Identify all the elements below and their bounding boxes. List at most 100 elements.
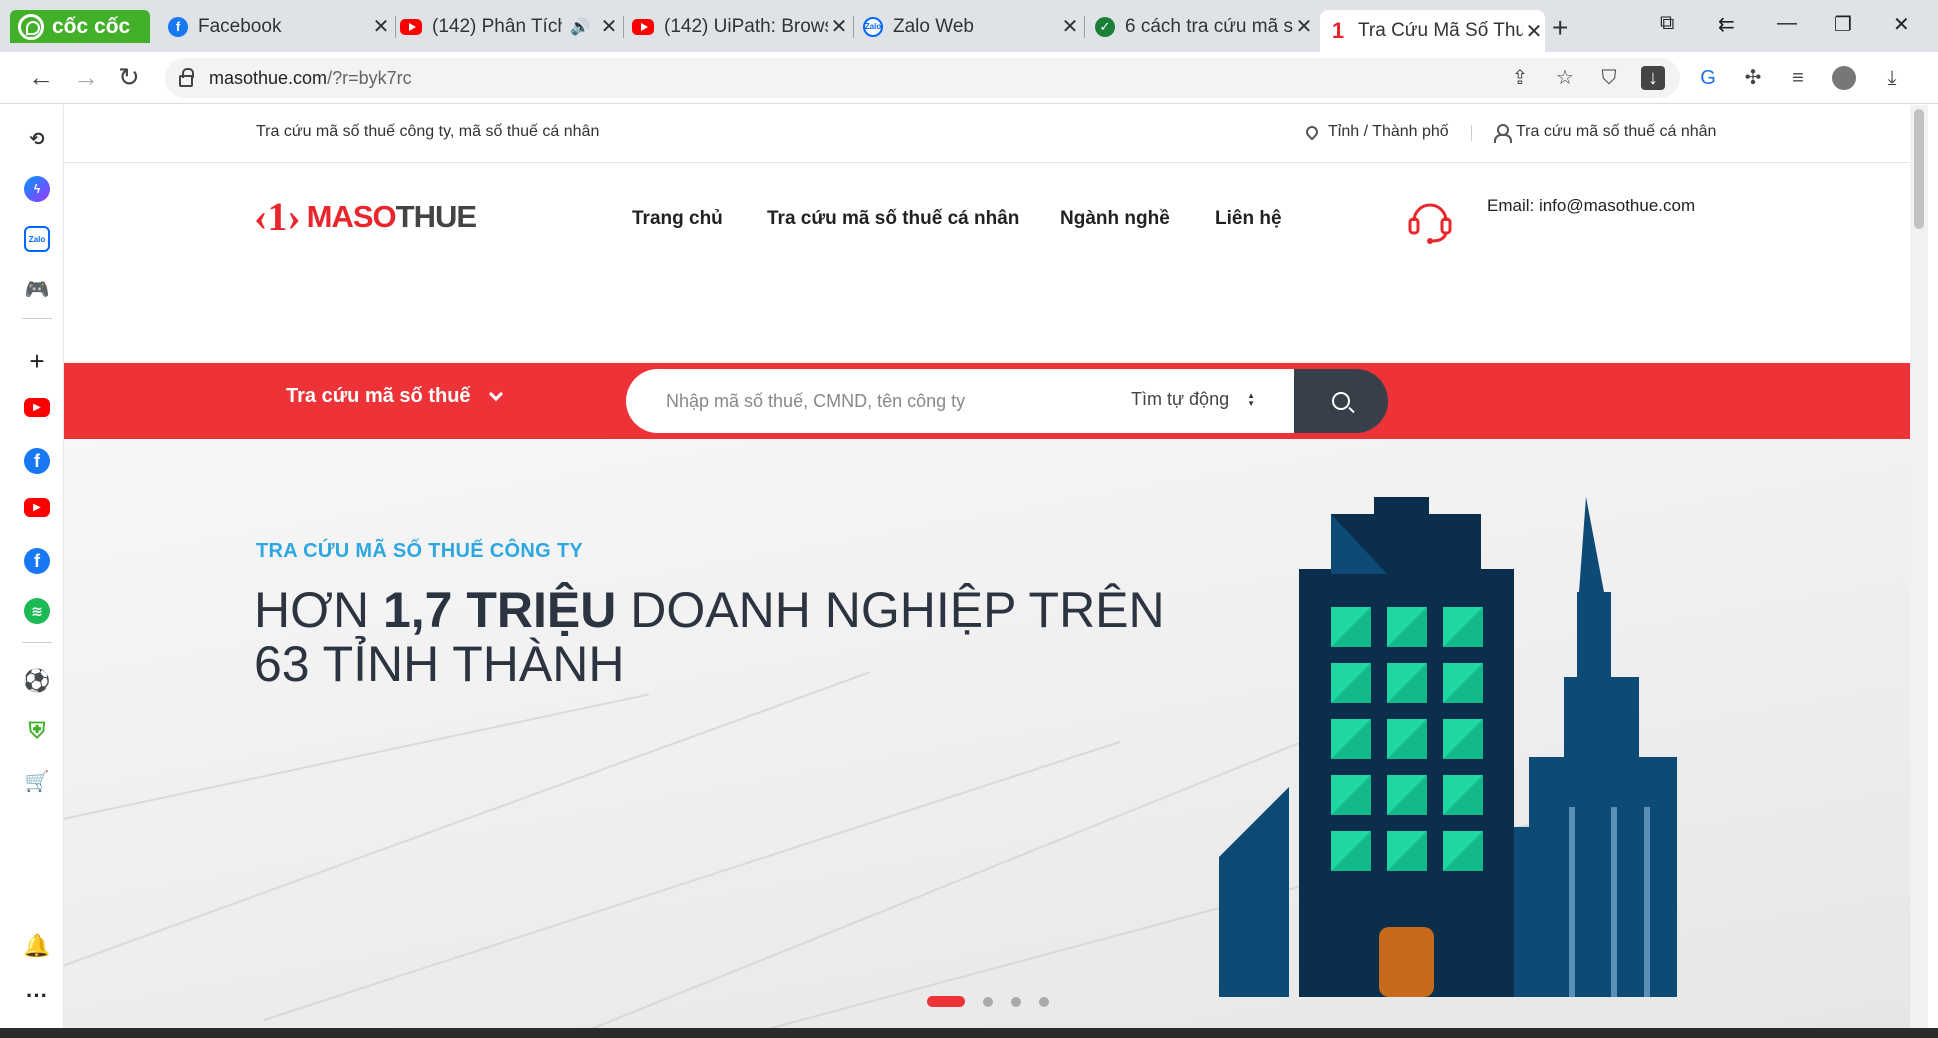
tab-zalo[interactable]: Zalo Zalo Web ✕	[863, 10, 1085, 43]
search-mode-select[interactable]: Tìm tự động ▲ ▼	[1131, 389, 1255, 410]
personal-tax-link[interactable]: Tra cứu mã số thuế cá nhân	[1494, 123, 1716, 143]
close-tab-icon[interactable]: ✕	[370, 14, 392, 39]
tab-title: Zalo Web	[893, 15, 974, 37]
close-tab-icon[interactable]: ✕	[1059, 14, 1081, 39]
more-icon[interactable]: ···	[24, 983, 50, 1009]
tab-title: (142) Phân Tích	[432, 15, 563, 37]
headset-support-icon	[1408, 203, 1452, 244]
province-link-label[interactable]: Tỉnh / Thành phố	[1328, 123, 1449, 141]
tab-facebook[interactable]: f Facebook ✕	[168, 10, 396, 43]
forward-button[interactable]: →	[73, 62, 99, 93]
close-tab-icon[interactable]: ✕	[1293, 14, 1315, 39]
lock-icon[interactable]	[179, 68, 194, 87]
messenger-icon[interactable]: ϟ	[24, 176, 50, 202]
shopping-cart-icon[interactable]: 🛒	[24, 768, 50, 794]
youtube-icon[interactable]: ▶	[24, 498, 50, 517]
restore-button[interactable]: ❐	[1834, 12, 1852, 37]
nav-home[interactable]: Trang chủ	[632, 208, 723, 230]
search-input[interactable]	[666, 390, 1106, 412]
tab-youtube-1[interactable]: (142) Phân Tích 🔊 ✕	[400, 10, 624, 43]
tab-title: Facebook	[198, 15, 282, 37]
hero-banner: TRA CỨU MÃ SỐ THUẾ CÔNG TY HƠN 1,7 TRIỆU…	[64, 439, 1910, 1038]
spotify-icon[interactable]: ≋	[24, 598, 50, 624]
share-icon[interactable]: ⇪	[1508, 66, 1532, 90]
youtube-icon	[632, 18, 654, 35]
map-pin-icon	[1303, 123, 1321, 141]
facebook-icon[interactable]: f	[24, 548, 50, 574]
speaker-icon[interactable]: 🔊	[570, 17, 590, 37]
url-text[interactable]: masothue.com/?r=byk7rc	[209, 68, 412, 89]
close-tab-icon[interactable]: ✕	[1523, 19, 1545, 44]
history-icon[interactable]: ⟲	[24, 126, 50, 152]
bookmark-star-icon[interactable]: ☆	[1553, 66, 1577, 90]
tab-masothue[interactable]: 1 Tra Cứu Mã Số Thuế ✕	[1320, 10, 1545, 52]
youtube-icon[interactable]: ▶	[24, 398, 50, 417]
close-window-button[interactable]: ✕	[1893, 12, 1910, 37]
add-sidebar-app-icon[interactable]: +	[24, 346, 50, 376]
extensions-icon[interactable]: ✣	[1741, 66, 1765, 90]
coccoc-logo-icon	[18, 13, 44, 40]
hero-headline: HƠN 1,7 TRIỆU DOANH NGHIỆP TRÊN 63 TỈNH …	[254, 582, 1165, 692]
search-icon	[1332, 392, 1350, 410]
nav-personal-tax[interactable]: Tra cứu mã số thuế cá nhân	[767, 208, 1019, 230]
security-shield-icon[interactable]: ⛨	[24, 718, 50, 744]
search-button[interactable]	[1294, 369, 1388, 433]
province-link[interactable]: Tỉnh / Thành phố	[1303, 123, 1449, 141]
site-tagline: Tra cứu mã số thuế công ty, mã số thuế c…	[256, 123, 600, 140]
logo-mark-icon: ‹1›	[254, 194, 301, 239]
game-controller-icon[interactable]: 🎮	[24, 276, 50, 302]
carousel-dot[interactable]	[1039, 996, 1049, 1007]
taskbar-edge	[0, 1028, 1938, 1038]
zalo-icon[interactable]: Zalo	[24, 226, 50, 252]
hero-kicker: TRA CỨU MÃ SỐ THUẾ CÔNG TY	[256, 540, 583, 562]
reading-list-icon[interactable]: ≡	[1786, 66, 1810, 90]
downloads-icon[interactable]: ⤓	[1880, 66, 1904, 90]
nav-industries[interactable]: Ngành nghề	[1060, 208, 1170, 230]
chevron-down-icon	[488, 386, 503, 401]
nav-contact[interactable]: Liên hệ	[1215, 208, 1282, 230]
tab-youtube-2[interactable]: (142) UiPath: Browse ✕	[632, 10, 854, 43]
browser-sidebar: ⟲ ϟ Zalo 🎮 + ▶ f ▶ f ≋ ⚽ ⛨ 🛒 🔔 ···	[10, 105, 64, 1038]
back-forward-cache-icon[interactable]: ⇇	[1718, 12, 1735, 37]
close-tab-icon[interactable]: ✕	[828, 14, 850, 39]
carousel-dot[interactable]	[983, 996, 993, 1007]
masothue-logo[interactable]: ‹1› MASO THUE	[254, 193, 477, 240]
minimize-button[interactable]: —	[1777, 12, 1797, 35]
contact-email[interactable]: Email: info@masothue.com	[1487, 196, 1695, 216]
lookup-type-dropdown[interactable]: Tra cứu mã số thuế	[286, 385, 503, 408]
back-button[interactable]: ←	[28, 62, 54, 93]
coccoc-menu-button[interactable]: cốc cốc	[10, 10, 150, 43]
runner-icon: ✓	[1095, 16, 1115, 37]
youtube-icon	[400, 18, 422, 35]
tab-title: Tra Cứu Mã Số Thuế	[1358, 20, 1523, 41]
carousel-dot[interactable]	[1011, 996, 1021, 1007]
logo-text-maso: MASO	[306, 198, 397, 234]
facebook-icon[interactable]: f	[24, 448, 50, 474]
masothue-icon: 1	[1331, 18, 1345, 43]
close-tab-icon[interactable]: ✕	[598, 14, 620, 39]
carousel-dot[interactable]	[927, 996, 965, 1007]
shield-icon[interactable]: ⛉	[1597, 66, 1621, 90]
notifications-bell-icon[interactable]: 🔔	[23, 933, 50, 959]
address-bar[interactable]: masothue.com/?r=byk7rc	[165, 58, 1680, 98]
search-mode-label: Tìm tự động	[1131, 389, 1230, 409]
personal-tax-link-label[interactable]: Tra cứu mã số thuế cá nhân	[1516, 123, 1716, 141]
new-tab-button[interactable]: +	[1552, 12, 1568, 44]
tab-search-icon[interactable]: ⧉	[1660, 12, 1674, 35]
profile-avatar[interactable]	[1832, 66, 1856, 90]
brand-label: cốc cốc	[52, 14, 131, 38]
building-illustration	[1219, 497, 1677, 997]
zalo-icon: Zalo	[863, 16, 883, 37]
logo-text-thue: THUE	[395, 198, 477, 234]
download-page-icon[interactable]: ↓	[1641, 66, 1665, 90]
web-page: Tra cứu mã số thuế công ty, mã số thuế c…	[64, 105, 1910, 1038]
scrollbar-thumb[interactable]	[1914, 109, 1924, 229]
tab-article[interactable]: ✓ 6 cách tra cứu mã số ✕	[1095, 10, 1315, 43]
tab-title: 6 cách tra cứu mã số	[1125, 15, 1293, 37]
sort-arrows-icon: ▲ ▼	[1247, 390, 1256, 408]
reload-button[interactable]: ↻	[118, 62, 140, 93]
tab-title: (142) UiPath: Browse	[664, 15, 828, 37]
translate-icon[interactable]: G	[1696, 66, 1720, 90]
football-icon[interactable]: ⚽	[23, 668, 50, 694]
page-scrollbar[interactable]	[1910, 105, 1928, 1038]
